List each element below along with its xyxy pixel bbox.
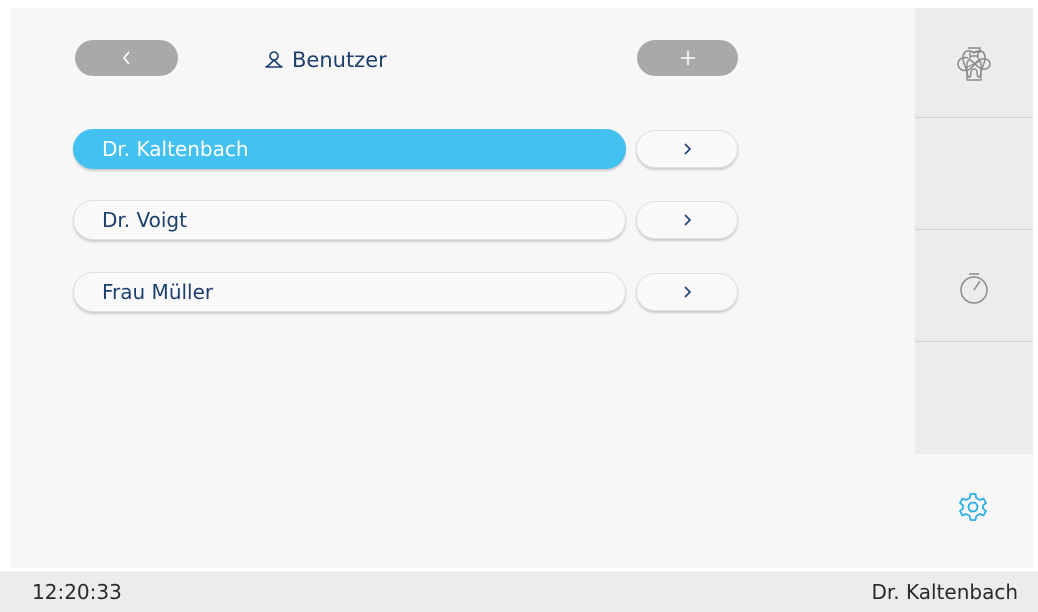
sidebar-divider — [915, 229, 1033, 230]
add-user-button[interactable] — [637, 40, 738, 76]
user-icon — [265, 51, 283, 68]
plus-icon — [680, 51, 695, 65]
list-item: Dr. Kaltenbach — [73, 129, 738, 169]
stopwatch-icon — [960, 273, 988, 304]
status-bar: 12:20:33 Dr. Kaltenbach — [0, 571, 1038, 612]
chevron-right-icon — [684, 143, 692, 155]
status-current-user: Dr. Kaltenbach — [871, 580, 1018, 604]
settings-button[interactable] — [956, 490, 990, 524]
user-select-button[interactable]: Frau Müller — [73, 272, 626, 312]
list-item: Frau Müller — [73, 272, 738, 312]
chevron-right-icon — [684, 286, 692, 298]
user-name-label: Frau Müller — [102, 280, 214, 304]
user-details-button[interactable] — [636, 130, 738, 168]
user-name-label: Dr. Voigt — [102, 208, 187, 232]
chevron-left-icon — [122, 51, 130, 65]
spray-bottle-icon — [966, 47, 982, 81]
user-name-label: Dr. Kaltenbach — [102, 137, 249, 161]
user-details-button[interactable] — [636, 201, 738, 239]
sidebar-divider — [915, 341, 1033, 342]
user-select-button[interactable]: Dr. Voigt — [73, 200, 626, 240]
user-select-button[interactable]: Dr. Kaltenbach — [73, 129, 626, 169]
sidebar — [915, 8, 1033, 454]
user-details-button[interactable] — [636, 273, 738, 311]
sidebar-item-timer[interactable] — [915, 232, 1033, 344]
page-title: Benutzer — [264, 46, 387, 74]
gear-icon — [959, 493, 987, 521]
list-item: Dr. Voigt — [73, 200, 738, 240]
page-title-label: Benutzer — [292, 48, 387, 72]
sidebar-item-hygiene[interactable] — [915, 8, 1033, 120]
chevron-right-icon — [684, 214, 692, 226]
status-time: 12:20:33 — [32, 580, 122, 604]
back-button[interactable] — [75, 40, 178, 76]
